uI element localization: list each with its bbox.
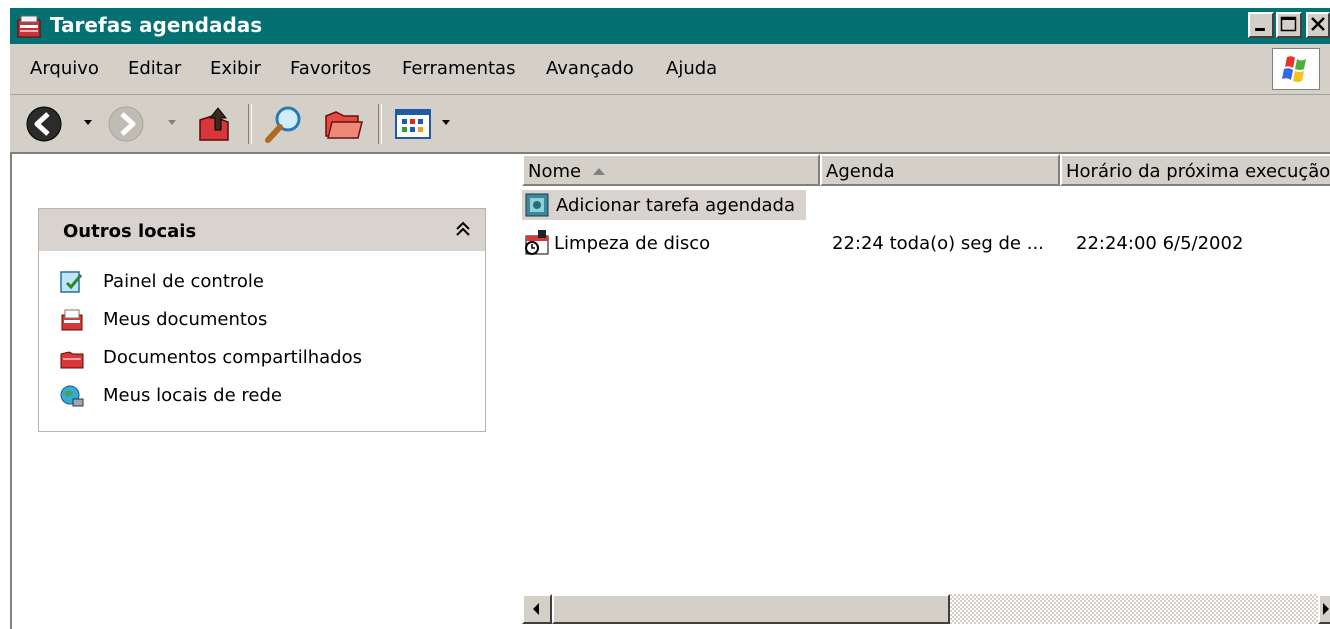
- forward-dropdown-icon[interactable]: [168, 120, 176, 125]
- views-dropdown-icon[interactable]: [442, 120, 450, 125]
- toolbar-separator-2: [378, 104, 382, 144]
- panel-title: Outros locais: [63, 221, 197, 242]
- network-places-icon: [60, 385, 84, 407]
- scroll-right-button[interactable]: [1318, 594, 1330, 624]
- arrow-left-icon: [533, 603, 539, 615]
- toolbar: [10, 96, 1330, 154]
- menu-exibir[interactable]: Exibir: [210, 58, 261, 79]
- list-item[interactable]: Adicionar tarefa agendada: [522, 190, 806, 220]
- control-panel-icon: [60, 271, 83, 293]
- menu-bar: Arquivo Editar Exibir Favoritos Ferramen…: [10, 46, 1330, 95]
- task-icon: [525, 230, 549, 255]
- menu-ajuda[interactable]: Ajuda: [666, 58, 717, 79]
- other-places-panel: Outros locais Painel de controle Meus do…: [38, 208, 486, 432]
- minimize-icon: [1255, 28, 1265, 31]
- list-item[interactable]: Limpeza de disco 22:24 toda(o) seg de ..…: [522, 228, 1330, 258]
- scrollbar-thumb[interactable]: [552, 594, 950, 624]
- maximize-icon: [1280, 16, 1297, 32]
- collapse-chevron-icon[interactable]: [453, 217, 473, 241]
- views-icon[interactable]: [394, 104, 434, 144]
- menu-avancado[interactable]: Avançado: [546, 58, 634, 79]
- column-header-schedule[interactable]: Agenda: [820, 154, 1060, 186]
- forward-icon[interactable]: [106, 104, 146, 144]
- column-label: Nome: [528, 161, 582, 182]
- close-button[interactable]: [1306, 12, 1330, 38]
- task-next-run: 22:24:00 6/5/2002: [1076, 233, 1244, 254]
- shared-documents-icon: [60, 351, 84, 369]
- content-area: Outros locais Painel de controle Meus do…: [10, 154, 1330, 629]
- sort-ascending-icon: [593, 168, 605, 175]
- add-task-icon: [525, 193, 549, 217]
- my-documents-icon: [61, 309, 83, 331]
- arrow-right-icon: [1323, 603, 1329, 615]
- link-label: Painel de controle: [103, 271, 264, 292]
- scheduled-tasks-icon: [17, 15, 41, 38]
- horizontal-scrollbar[interactable]: [522, 594, 1330, 624]
- link-label: Documentos compartilhados: [103, 347, 362, 368]
- up-folder-icon[interactable]: [196, 104, 234, 144]
- windows-logo: [1272, 48, 1320, 90]
- link-label: Meus documentos: [103, 309, 268, 330]
- column-label: Horário da próxima execução: [1066, 161, 1330, 182]
- title-bar[interactable]: Tarefas agendadas: [10, 8, 1330, 44]
- back-icon[interactable]: [24, 104, 64, 144]
- menu-arquivo[interactable]: Arquivo: [30, 58, 99, 79]
- column-header-next-run[interactable]: Horário da próxima execução: [1060, 154, 1330, 186]
- panel-header[interactable]: Outros locais: [39, 209, 485, 251]
- task-name: Adicionar tarefa agendada: [556, 195, 796, 216]
- close-icon: [1311, 17, 1325, 31]
- back-dropdown-icon[interactable]: [84, 120, 92, 125]
- minimize-button[interactable]: [1248, 12, 1274, 38]
- explorer-window: Tarefas agendadas Arquivo Editar Exibir …: [10, 8, 1330, 629]
- menu-editar[interactable]: Editar: [128, 58, 181, 79]
- task-schedule: 22:24 toda(o) seg de ...: [832, 233, 1044, 254]
- scroll-left-button[interactable]: [522, 594, 552, 624]
- windows-flag-icon: [1282, 56, 1306, 82]
- toolbar-separator: [248, 104, 252, 144]
- link-label: Meus locais de rede: [103, 385, 282, 406]
- folders-icon[interactable]: [322, 104, 366, 144]
- column-header-name[interactable]: Nome: [522, 154, 820, 186]
- task-name: Limpeza de disco: [554, 233, 711, 254]
- search-icon[interactable]: [262, 104, 304, 146]
- column-label: Agenda: [826, 161, 895, 182]
- window-title: Tarefas agendadas: [50, 13, 263, 37]
- menu-ferramentas[interactable]: Ferramentas: [402, 58, 515, 79]
- menu-favoritos[interactable]: Favoritos: [290, 58, 371, 79]
- maximize-button[interactable]: [1276, 12, 1302, 38]
